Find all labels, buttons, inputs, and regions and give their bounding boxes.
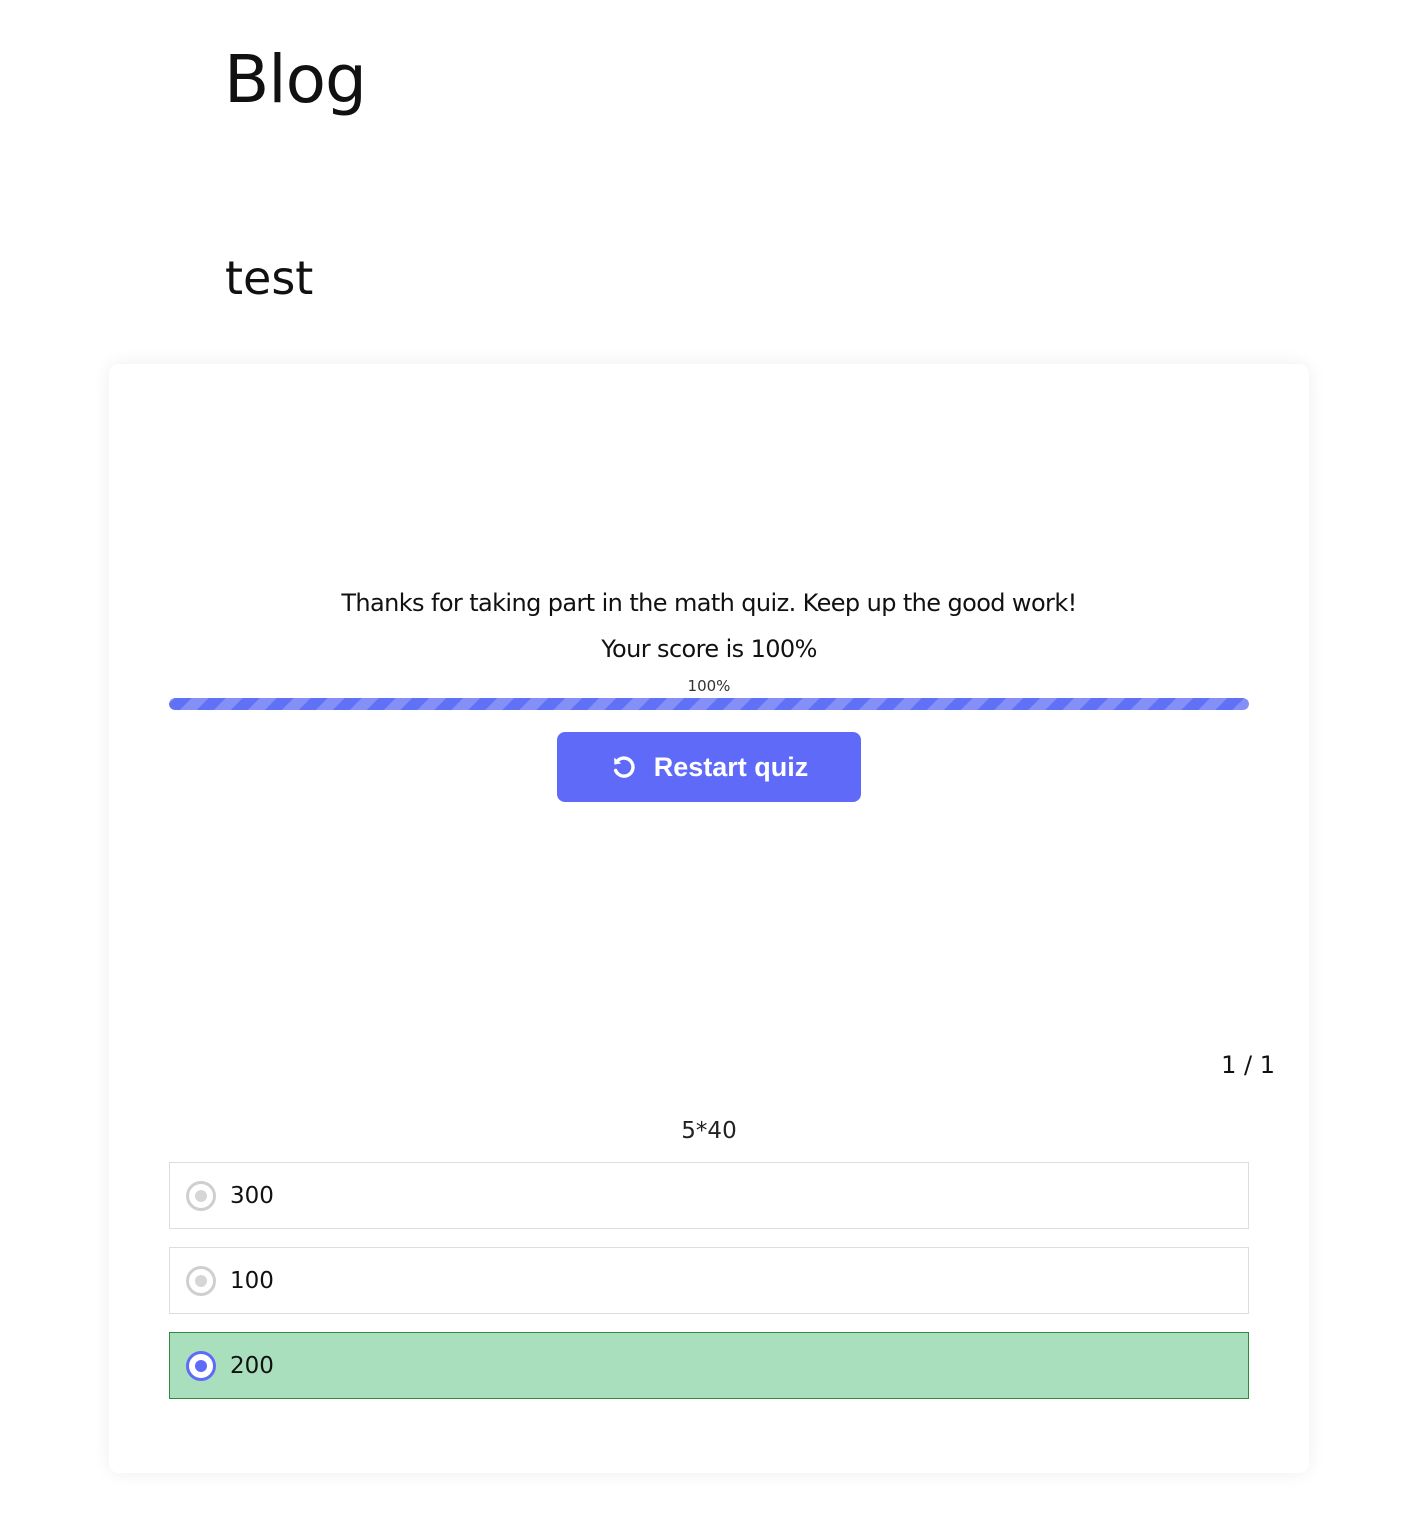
- radio-unselected-icon[interactable]: [186, 1180, 216, 1211]
- restart-quiz-button[interactable]: Restart quiz: [557, 732, 861, 802]
- progress-bar: [169, 698, 1249, 710]
- progress-bar-fill: [169, 698, 1249, 710]
- restart-quiz-label: Restart quiz: [653, 752, 809, 782]
- question-text: 5*40: [681, 1118, 737, 1144]
- radio-selected-icon[interactable]: [186, 1350, 216, 1381]
- restart-icon: [610, 753, 638, 781]
- quiz-result-message: Thanks for taking part in the math quiz.…: [341, 589, 1077, 617]
- question-counter: 1 / 1: [1221, 1051, 1275, 1079]
- progress-label: 100%: [687, 677, 731, 695]
- answer-label: 100: [230, 1267, 274, 1294]
- quiz-card: Thanks for taking part in the math quiz.…: [109, 364, 1309, 1473]
- answer-label: 300: [230, 1182, 274, 1209]
- quiz-score: Your score is 100%: [601, 635, 817, 663]
- radio-unselected-icon[interactable]: [186, 1265, 216, 1296]
- post-title: test: [225, 251, 314, 305]
- answers-list: 300 100 200: [169, 1162, 1249, 1417]
- answer-option-300[interactable]: 300: [169, 1162, 1249, 1229]
- answer-label: 200: [230, 1352, 274, 1379]
- answer-option-200[interactable]: 200: [169, 1332, 1249, 1399]
- answer-option-100[interactable]: 100: [169, 1247, 1249, 1314]
- blog-title: Blog: [224, 41, 367, 118]
